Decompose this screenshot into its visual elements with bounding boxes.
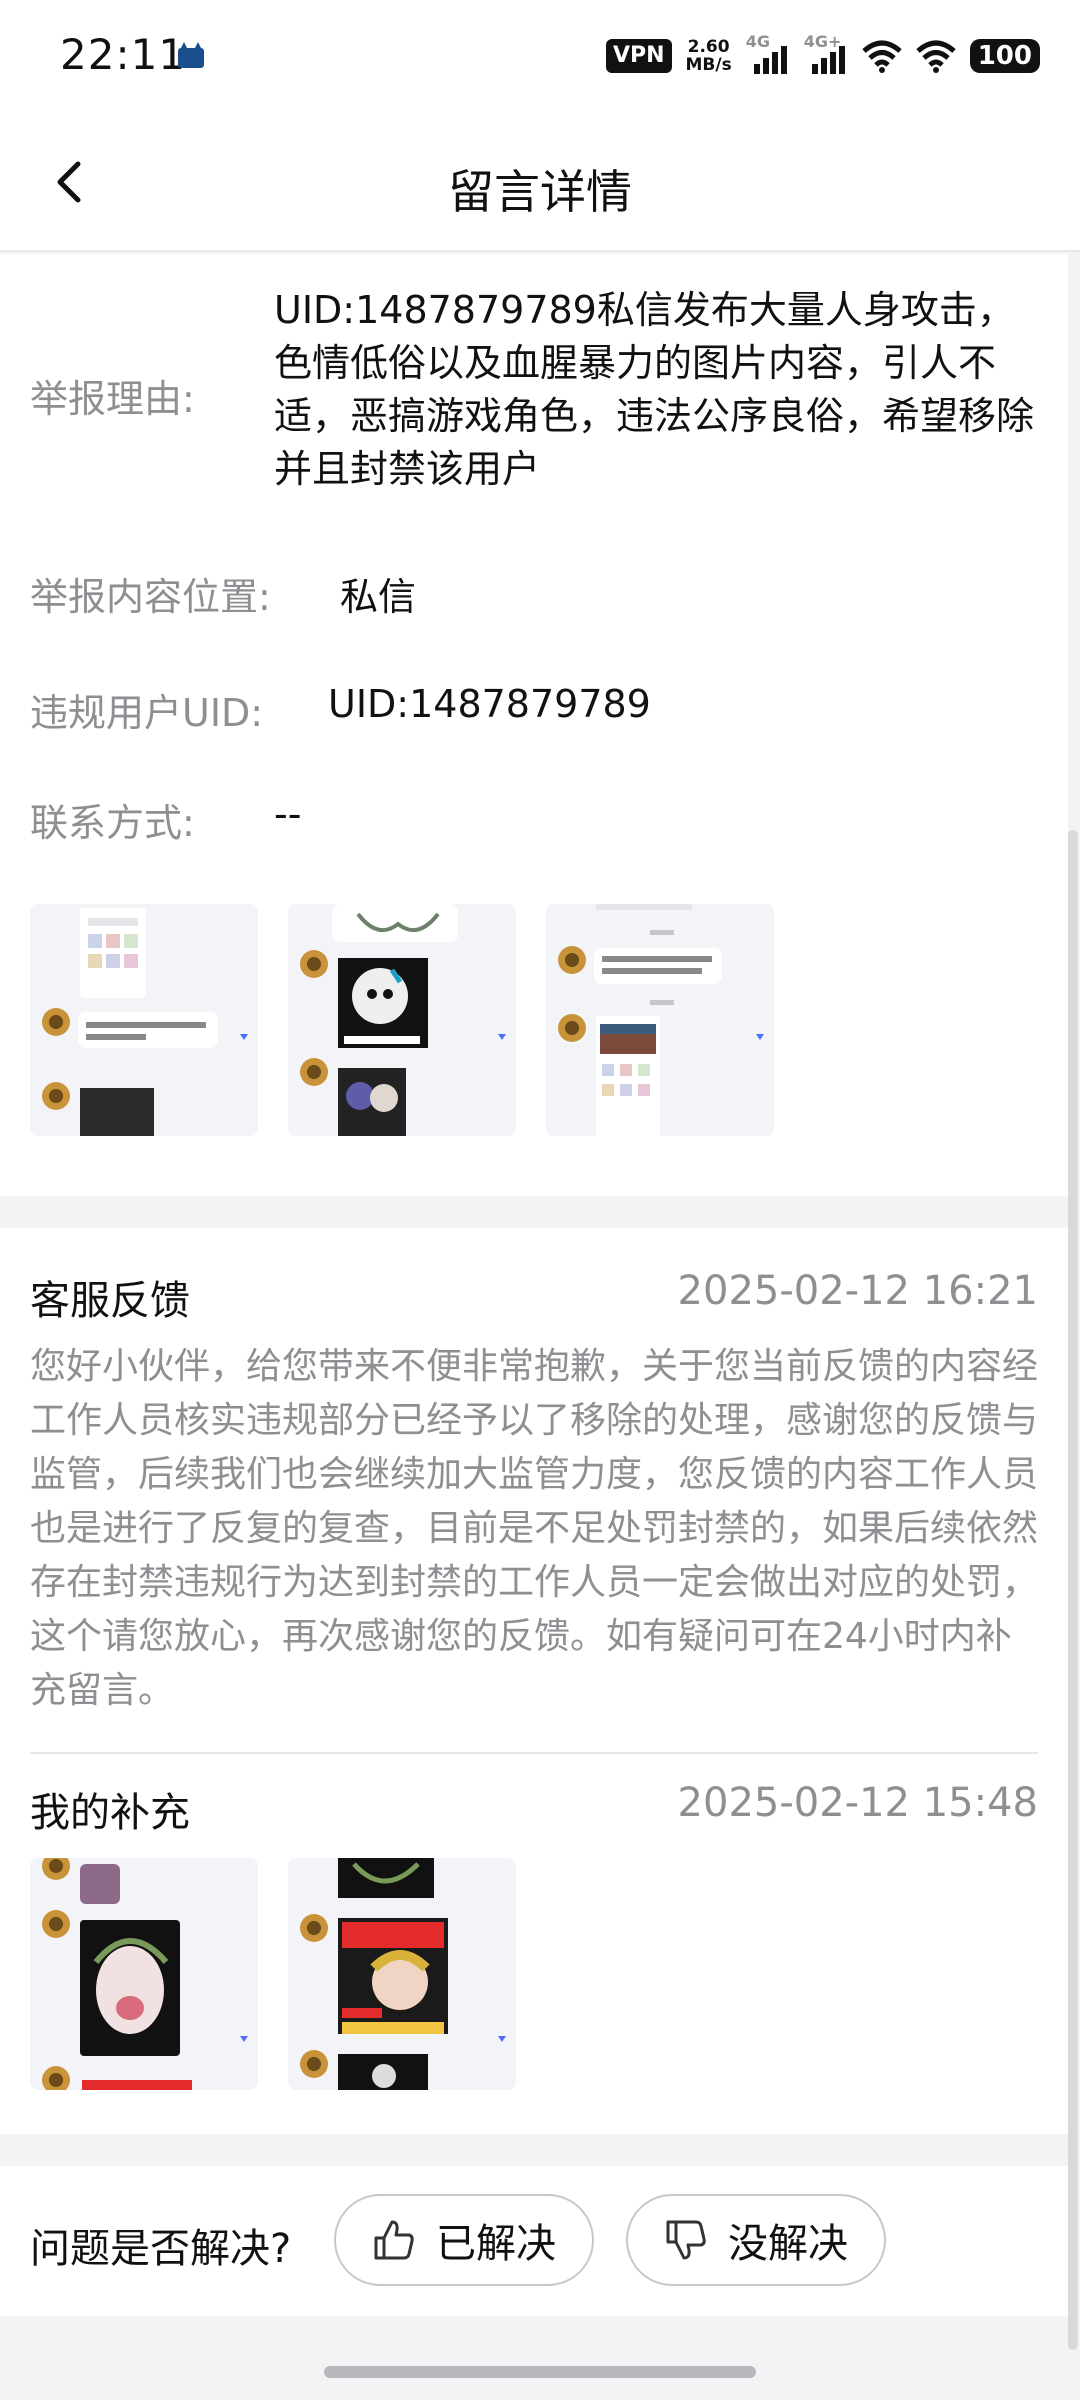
screenshot-thumbnail[interactable] bbox=[30, 1858, 258, 2090]
report-details-card: 举报理由: UID:1487879789私信发布大量人身攻击，色情低俗以及血腥暴… bbox=[0, 254, 1068, 1196]
resolve-question: 问题是否解决? bbox=[30, 2226, 292, 2272]
reason-label: 举报理由: bbox=[30, 377, 195, 421]
status-time: 22:11 bbox=[60, 30, 187, 79]
divider bbox=[30, 1752, 1038, 1754]
app-notification-icon bbox=[178, 42, 204, 68]
feedback-time: 2025-02-12 16:21 bbox=[677, 1268, 1038, 1314]
network-speed: 2.60 MB/s bbox=[685, 37, 732, 75]
supplement-title: 我的补充 bbox=[30, 1790, 190, 1836]
uid-label: 违规用户UID: bbox=[30, 691, 264, 735]
uid-value: UID:1487879789 bbox=[328, 682, 651, 726]
wifi-icon-2 bbox=[916, 40, 956, 73]
supplement-screenshots bbox=[30, 1858, 516, 2090]
feedback-card: 客服反馈 2025-02-12 16:21 您好小伙伴，给您带来不便非常抱歉，关… bbox=[0, 1228, 1068, 2134]
location-value: 私信 bbox=[340, 575, 417, 619]
nav-bar: 留言详情 bbox=[0, 112, 1080, 252]
reason-text: UID:1487879789私信发布大量人身攻击，色情低俗以及血腥暴力的图片内容… bbox=[274, 288, 1035, 491]
resolved-label: 已解决 bbox=[436, 2221, 556, 2267]
thumbs-down-icon bbox=[666, 2220, 706, 2260]
home-indicator[interactable] bbox=[324, 2366, 756, 2378]
unresolved-label: 没解决 bbox=[728, 2221, 848, 2267]
location-label: 举报内容位置: bbox=[30, 575, 271, 619]
resolved-button[interactable]: 已解决 bbox=[334, 2194, 594, 2286]
screenshot-thumbnail[interactable] bbox=[30, 904, 258, 1136]
battery-indicator: 100 bbox=[969, 39, 1040, 73]
contact-label: 联系方式: bbox=[30, 801, 195, 845]
wifi-icon bbox=[862, 40, 902, 73]
screenshot-thumbnail[interactable] bbox=[288, 904, 516, 1136]
status-bar: 22:11 VPN 2.60 MB/s 4G 4G+ 100 bbox=[0, 0, 1080, 112]
vpn-badge: VPN bbox=[605, 39, 672, 73]
feedback-title: 客服反馈 bbox=[30, 1278, 190, 1324]
signal-sim1-icon: 4G bbox=[746, 32, 790, 74]
resolve-card: 问题是否解决? 已解决 没解决 bbox=[0, 2166, 1068, 2316]
signal-sim2-icon: 4G+ bbox=[804, 32, 848, 74]
thumbs-up-icon bbox=[374, 2220, 414, 2260]
page-title: 留言详情 bbox=[448, 165, 632, 219]
screenshot-thumbnail[interactable] bbox=[288, 1858, 516, 2090]
contact-value: -- bbox=[274, 792, 302, 836]
feedback-text: 您好小伙伴，给您带来不便非常抱歉，关于您当前反馈的内容经工作人员核实违规部分已经… bbox=[30, 1346, 1039, 1711]
report-screenshots bbox=[30, 904, 774, 1136]
supplement-time: 2025-02-12 15:48 bbox=[677, 1780, 1038, 1826]
scrollbar[interactable] bbox=[1068, 830, 1078, 2350]
unresolved-button[interactable]: 没解决 bbox=[626, 2194, 886, 2286]
screenshot-thumbnail[interactable] bbox=[546, 904, 774, 1136]
